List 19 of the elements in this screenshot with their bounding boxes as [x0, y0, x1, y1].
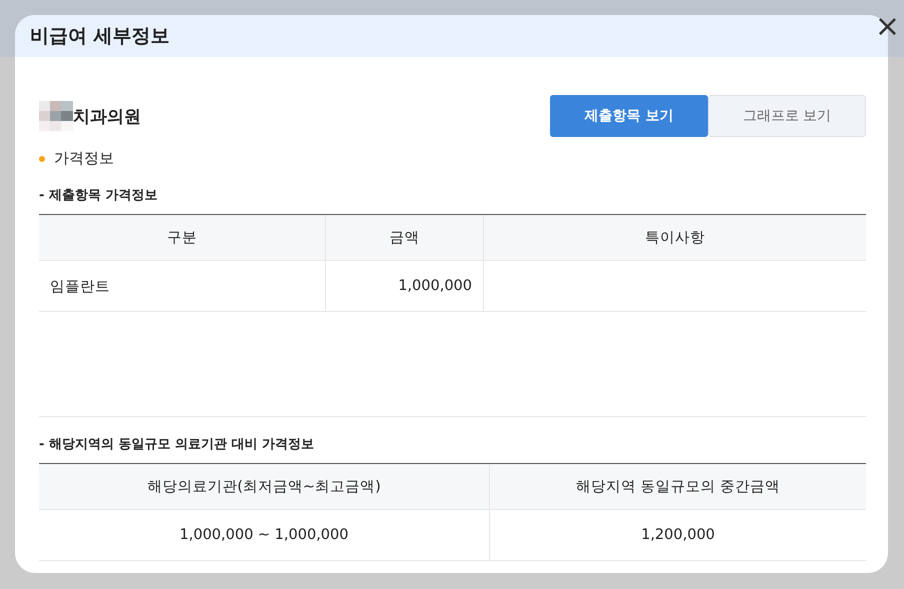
- mosaic-drawing: [39, 101, 73, 131]
- view-tab[interactable]: 제출항목 보기: [550, 95, 708, 137]
- clinic-name: 치과의원: [73, 106, 141, 128]
- section-title: 가격정보: [54, 149, 114, 168]
- dialog-title: 비급여 세부정보: [30, 24, 170, 49]
- bullet-icon: [39, 156, 45, 162]
- column-header: 해당지역 동일규모의 중간금액: [489, 464, 866, 510]
- table-cell: 임플란트: [39, 261, 325, 312]
- table-cell: 1,200,000: [489, 510, 866, 561]
- column-header: 특이사항: [483, 215, 866, 261]
- column-header: 구분: [39, 215, 325, 261]
- table-cell: 1,000,000: [325, 261, 483, 312]
- subsection-title: - 제출항목 가격정보: [39, 187, 158, 204]
- column-header: 해당의료기관(최저금액~최고금액): [39, 464, 489, 510]
- view-tab[interactable]: 그래프로 보기: [708, 95, 866, 137]
- column-header: 금액: [325, 215, 483, 261]
- subsection-title: - 해당지역의 동일규모 의료기관 대비 가격정보: [39, 436, 316, 453]
- table-cell: 1,000,000 ~ 1,000,000: [39, 510, 489, 561]
- close-button[interactable]: ×: [872, 14, 902, 40]
